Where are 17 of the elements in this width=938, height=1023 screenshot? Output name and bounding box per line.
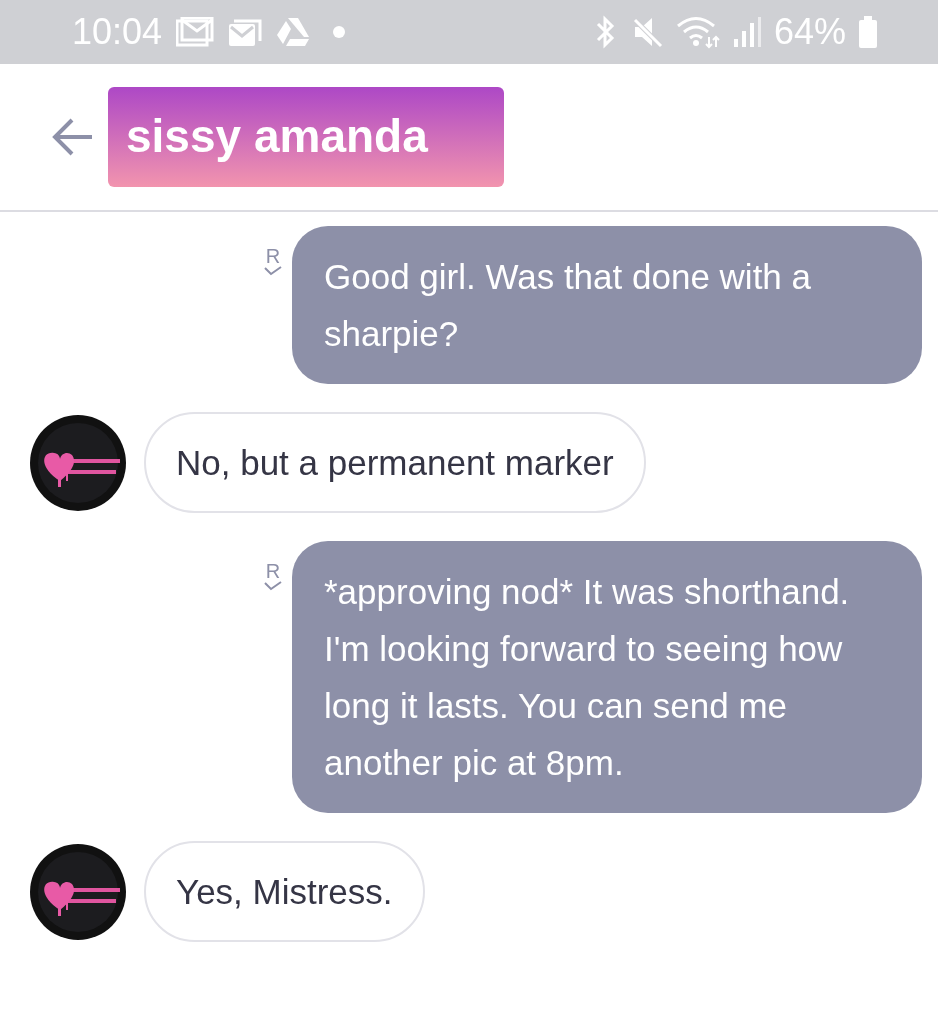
received-message: Yes, Mistress. — [144, 841, 425, 942]
back-arrow-icon[interactable] — [52, 117, 94, 157]
signal-icon — [731, 15, 762, 49]
sent-message: Good girl. Was that done with a sharpie? — [292, 226, 922, 384]
read-receipt: R — [265, 561, 281, 581]
battery-icon — [858, 15, 878, 49]
mail-icon — [176, 17, 215, 47]
check-icon — [264, 581, 282, 591]
contact-name: sissy amanda — [108, 87, 504, 187]
received-message: No, but a permanent marker — [144, 412, 646, 513]
triangle-icon — [276, 17, 311, 47]
mute-icon — [631, 15, 664, 49]
mail-icon — [228, 17, 263, 47]
wifi-icon — [675, 15, 720, 49]
check-icon — [264, 266, 282, 276]
sent-message: *approving nod* It was shorthand. I'm looking forward to seeing how long it lasts. You can send me another pic at 8pm. — [292, 541, 922, 813]
read-receipt: R — [265, 246, 281, 266]
